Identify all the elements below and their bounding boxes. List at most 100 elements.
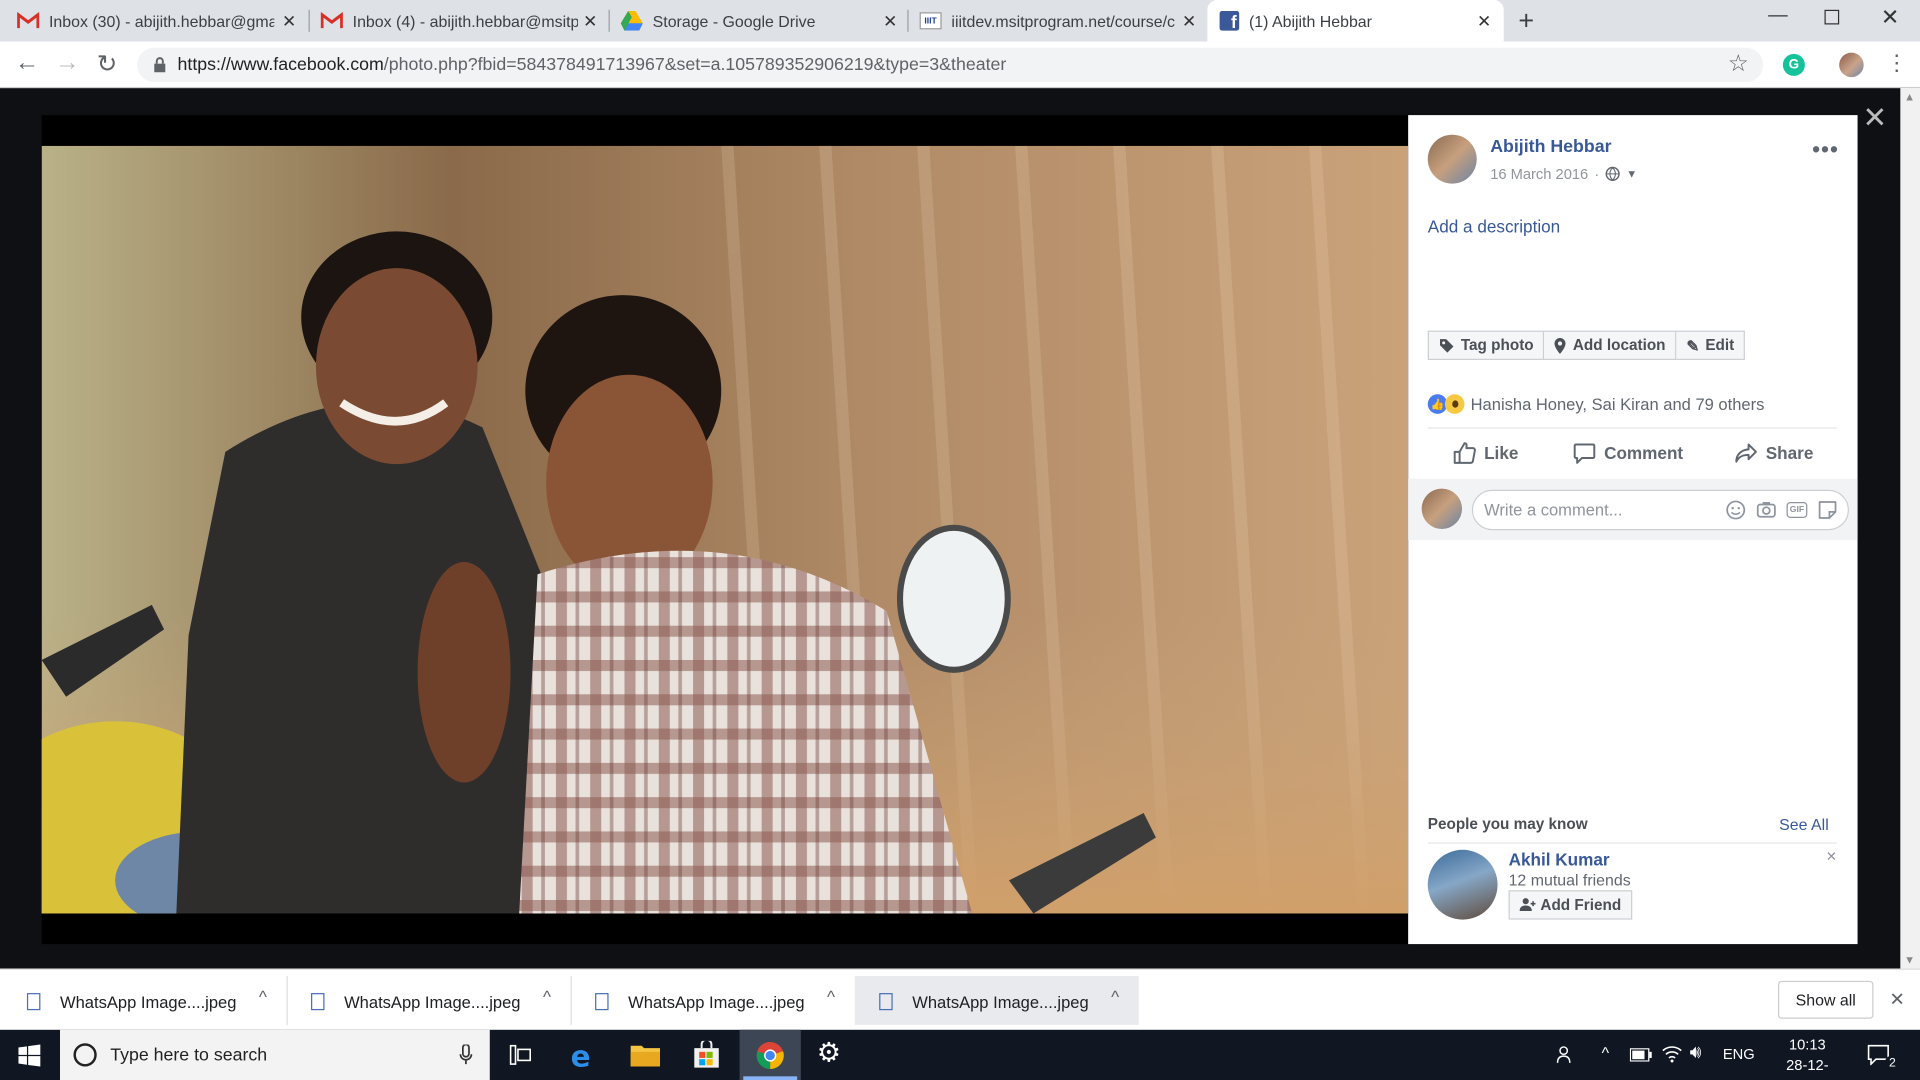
minimize-icon[interactable]: — bbox=[1768, 5, 1788, 27]
chevron-up-icon[interactable]: ^ bbox=[1111, 987, 1119, 1007]
wow-reaction-icon bbox=[1444, 394, 1465, 414]
grammarly-icon[interactable]: G bbox=[1782, 53, 1805, 76]
emoji-icon[interactable] bbox=[1725, 500, 1746, 521]
author-avatar[interactable] bbox=[1427, 134, 1477, 184]
address-bar[interactable]: https://www.facebook.com/photo.php?fbid=… bbox=[137, 47, 1764, 83]
reload-icon[interactable]: ↻ bbox=[97, 49, 118, 80]
battery-icon[interactable] bbox=[1629, 1048, 1652, 1062]
reactions-text: Hanisha Honey, Sai Kiran and 79 others bbox=[1470, 394, 1765, 414]
show-all-downloads-button[interactable]: Show all bbox=[1777, 980, 1874, 1019]
url-host: https://www.facebook.com bbox=[177, 55, 384, 75]
download-filename: WhatsApp Image....jpeg bbox=[628, 992, 805, 1011]
file-icon bbox=[595, 993, 609, 1011]
globe-privacy-icon[interactable] bbox=[1605, 166, 1620, 182]
taskbar-clock[interactable]: 10:13 28-12-2018 bbox=[1771, 1035, 1844, 1080]
camera-icon[interactable] bbox=[1756, 500, 1777, 521]
tab-google-drive[interactable]: Storage - Google Drive ✕ bbox=[620, 0, 905, 42]
tab-title: Inbox (4) - abijith.hebbar@msitprogram.n… bbox=[352, 11, 578, 31]
close-tab-icon[interactable]: ✕ bbox=[282, 11, 296, 32]
close-window-icon[interactable]: ✕ bbox=[1881, 5, 1899, 31]
gmail-icon bbox=[320, 12, 343, 29]
close-tab-icon[interactable]: ✕ bbox=[883, 11, 897, 32]
suggested-person-name[interactable]: Akhil Kumar bbox=[1509, 850, 1610, 870]
download-filename: WhatsApp Image....jpeg bbox=[60, 992, 237, 1011]
task-view-icon[interactable] bbox=[509, 1044, 532, 1065]
back-arrow-icon[interactable]: ← bbox=[15, 49, 39, 77]
scroll-down-arrow-icon[interactable]: ▼ bbox=[1904, 954, 1915, 966]
edge-browser-icon[interactable]: e bbox=[571, 1040, 591, 1074]
commenter-avatar bbox=[1421, 488, 1463, 529]
tab-gmail-msit-inbox[interactable]: Inbox (4) - abijith.hebbar@msitprogram.n… bbox=[320, 0, 605, 42]
maximize-icon[interactable] bbox=[1824, 9, 1840, 25]
divider bbox=[1427, 427, 1837, 429]
see-all-link[interactable]: See All bbox=[1779, 816, 1829, 834]
input-language[interactable]: ENG bbox=[1723, 1046, 1755, 1063]
tab-separator bbox=[308, 9, 310, 32]
chrome-taskbar-icon[interactable] bbox=[756, 1041, 785, 1070]
bookmark-star-icon[interactable]: ☆ bbox=[1728, 50, 1749, 78]
tab-title: iiitdev.msitprogram.net/course/c bbox=[951, 11, 1175, 31]
download-item[interactable]: WhatsApp Image....jpeg ^ bbox=[311, 980, 568, 1024]
reactions-summary[interactable]: 👍 Hanisha Honey, Sai Kiran and 79 others bbox=[1427, 394, 1765, 414]
file-explorer-icon[interactable] bbox=[630, 1043, 661, 1067]
close-tab-icon[interactable]: ✕ bbox=[1182, 11, 1196, 32]
tab-facebook-active[interactable]: f (1) Abijith Hebbar ✕ bbox=[1207, 0, 1504, 42]
add-location-button[interactable]: Add location bbox=[1544, 330, 1677, 361]
gif-icon[interactable]: GIF bbox=[1786, 502, 1808, 518]
share-button[interactable]: Share bbox=[1734, 441, 1813, 465]
dismiss-suggestion-icon[interactable]: ✕ bbox=[1826, 849, 1837, 865]
people-icon[interactable] bbox=[1556, 1044, 1576, 1064]
forward-arrow-icon[interactable]: → bbox=[55, 49, 79, 77]
download-item[interactable]: WhatsApp Image....jpeg ^ bbox=[879, 980, 1136, 1024]
author-name-link[interactable]: Abijith Hebbar bbox=[1490, 137, 1611, 157]
tab-title: Storage - Google Drive bbox=[652, 11, 816, 31]
post-options-icon[interactable]: ••• bbox=[1812, 137, 1839, 163]
profile-avatar[interactable] bbox=[1839, 52, 1864, 78]
comment-button[interactable]: Comment bbox=[1572, 441, 1683, 465]
windows-start-icon[interactable] bbox=[18, 1044, 41, 1067]
scroll-up-arrow-icon[interactable]: ▲ bbox=[1904, 91, 1915, 103]
tag-photo-button[interactable]: Tag photo bbox=[1427, 330, 1545, 361]
clock-time: 10:13 bbox=[1788, 1035, 1826, 1054]
microphone-icon[interactable] bbox=[459, 1044, 473, 1065]
download-filename: WhatsApp Image....jpeg bbox=[912, 992, 1089, 1011]
page-scrollbar[interactable] bbox=[1900, 88, 1920, 969]
mutual-friends-count[interactable]: 12 mutual friends bbox=[1509, 871, 1631, 889]
close-download-shelf-icon[interactable]: ✕ bbox=[1889, 988, 1904, 1010]
download-item[interactable]: WhatsApp Image....jpeg ^ bbox=[595, 980, 852, 1024]
privacy-caret-icon[interactable]: ▼ bbox=[1626, 168, 1637, 180]
share-arrow-icon bbox=[1735, 443, 1757, 463]
tab-msit-course[interactable]: IIIT iiitdev.msitprogram.net/course/c ✕ bbox=[919, 0, 1204, 42]
like-button[interactable]: Like bbox=[1452, 441, 1518, 465]
chevron-up-icon[interactable]: ^ bbox=[259, 987, 267, 1007]
chevron-up-icon[interactable]: ^ bbox=[543, 987, 551, 1007]
tray-chevron-up-icon[interactable]: ^ bbox=[1602, 1043, 1609, 1061]
wifi-icon[interactable] bbox=[1662, 1044, 1683, 1063]
post-photo[interactable] bbox=[41, 145, 1409, 914]
download-item[interactable]: WhatsApp Image....jpeg ^ bbox=[26, 980, 284, 1024]
chevron-up-icon[interactable]: ^ bbox=[827, 987, 835, 1007]
settings-gear-icon[interactable]: ⚙ bbox=[817, 1037, 841, 1069]
add-description-link[interactable]: Add a description bbox=[1428, 217, 1560, 237]
sticker-icon[interactable] bbox=[1817, 500, 1838, 521]
lock-icon[interactable] bbox=[153, 56, 166, 73]
chrome-menu-icon[interactable]: ⋮ bbox=[1886, 51, 1908, 73]
new-tab-plus-icon[interactable]: + bbox=[1518, 5, 1534, 37]
suggested-person-avatar[interactable] bbox=[1427, 849, 1498, 920]
tab-gmail-inbox[interactable]: Inbox (30) - abijith.hebbar@gmail.com ✕ bbox=[17, 0, 304, 42]
taskbar-search-box[interactable]: Type here to search bbox=[60, 1029, 490, 1080]
close-tab-icon[interactable]: ✕ bbox=[583, 11, 597, 32]
post-date[interactable]: 16 March 2016 bbox=[1490, 165, 1588, 182]
file-icon bbox=[26, 993, 41, 1011]
cortana-circle-icon bbox=[73, 1043, 97, 1067]
tag-icon bbox=[1440, 338, 1454, 353]
add-friend-button[interactable]: Add Friend bbox=[1508, 890, 1633, 920]
volume-icon[interactable]: 🔊︎ bbox=[1690, 1042, 1702, 1063]
divider bbox=[286, 975, 288, 1025]
download-filename: WhatsApp Image....jpeg bbox=[344, 992, 521, 1011]
microsoft-store-icon[interactable] bbox=[693, 1040, 720, 1068]
close-tab-icon[interactable]: ✕ bbox=[1477, 11, 1491, 32]
add-friend-icon bbox=[1519, 898, 1536, 912]
close-theater-icon[interactable]: ✕ bbox=[1862, 100, 1887, 136]
edit-button[interactable]: ✎ Edit bbox=[1676, 330, 1746, 361]
